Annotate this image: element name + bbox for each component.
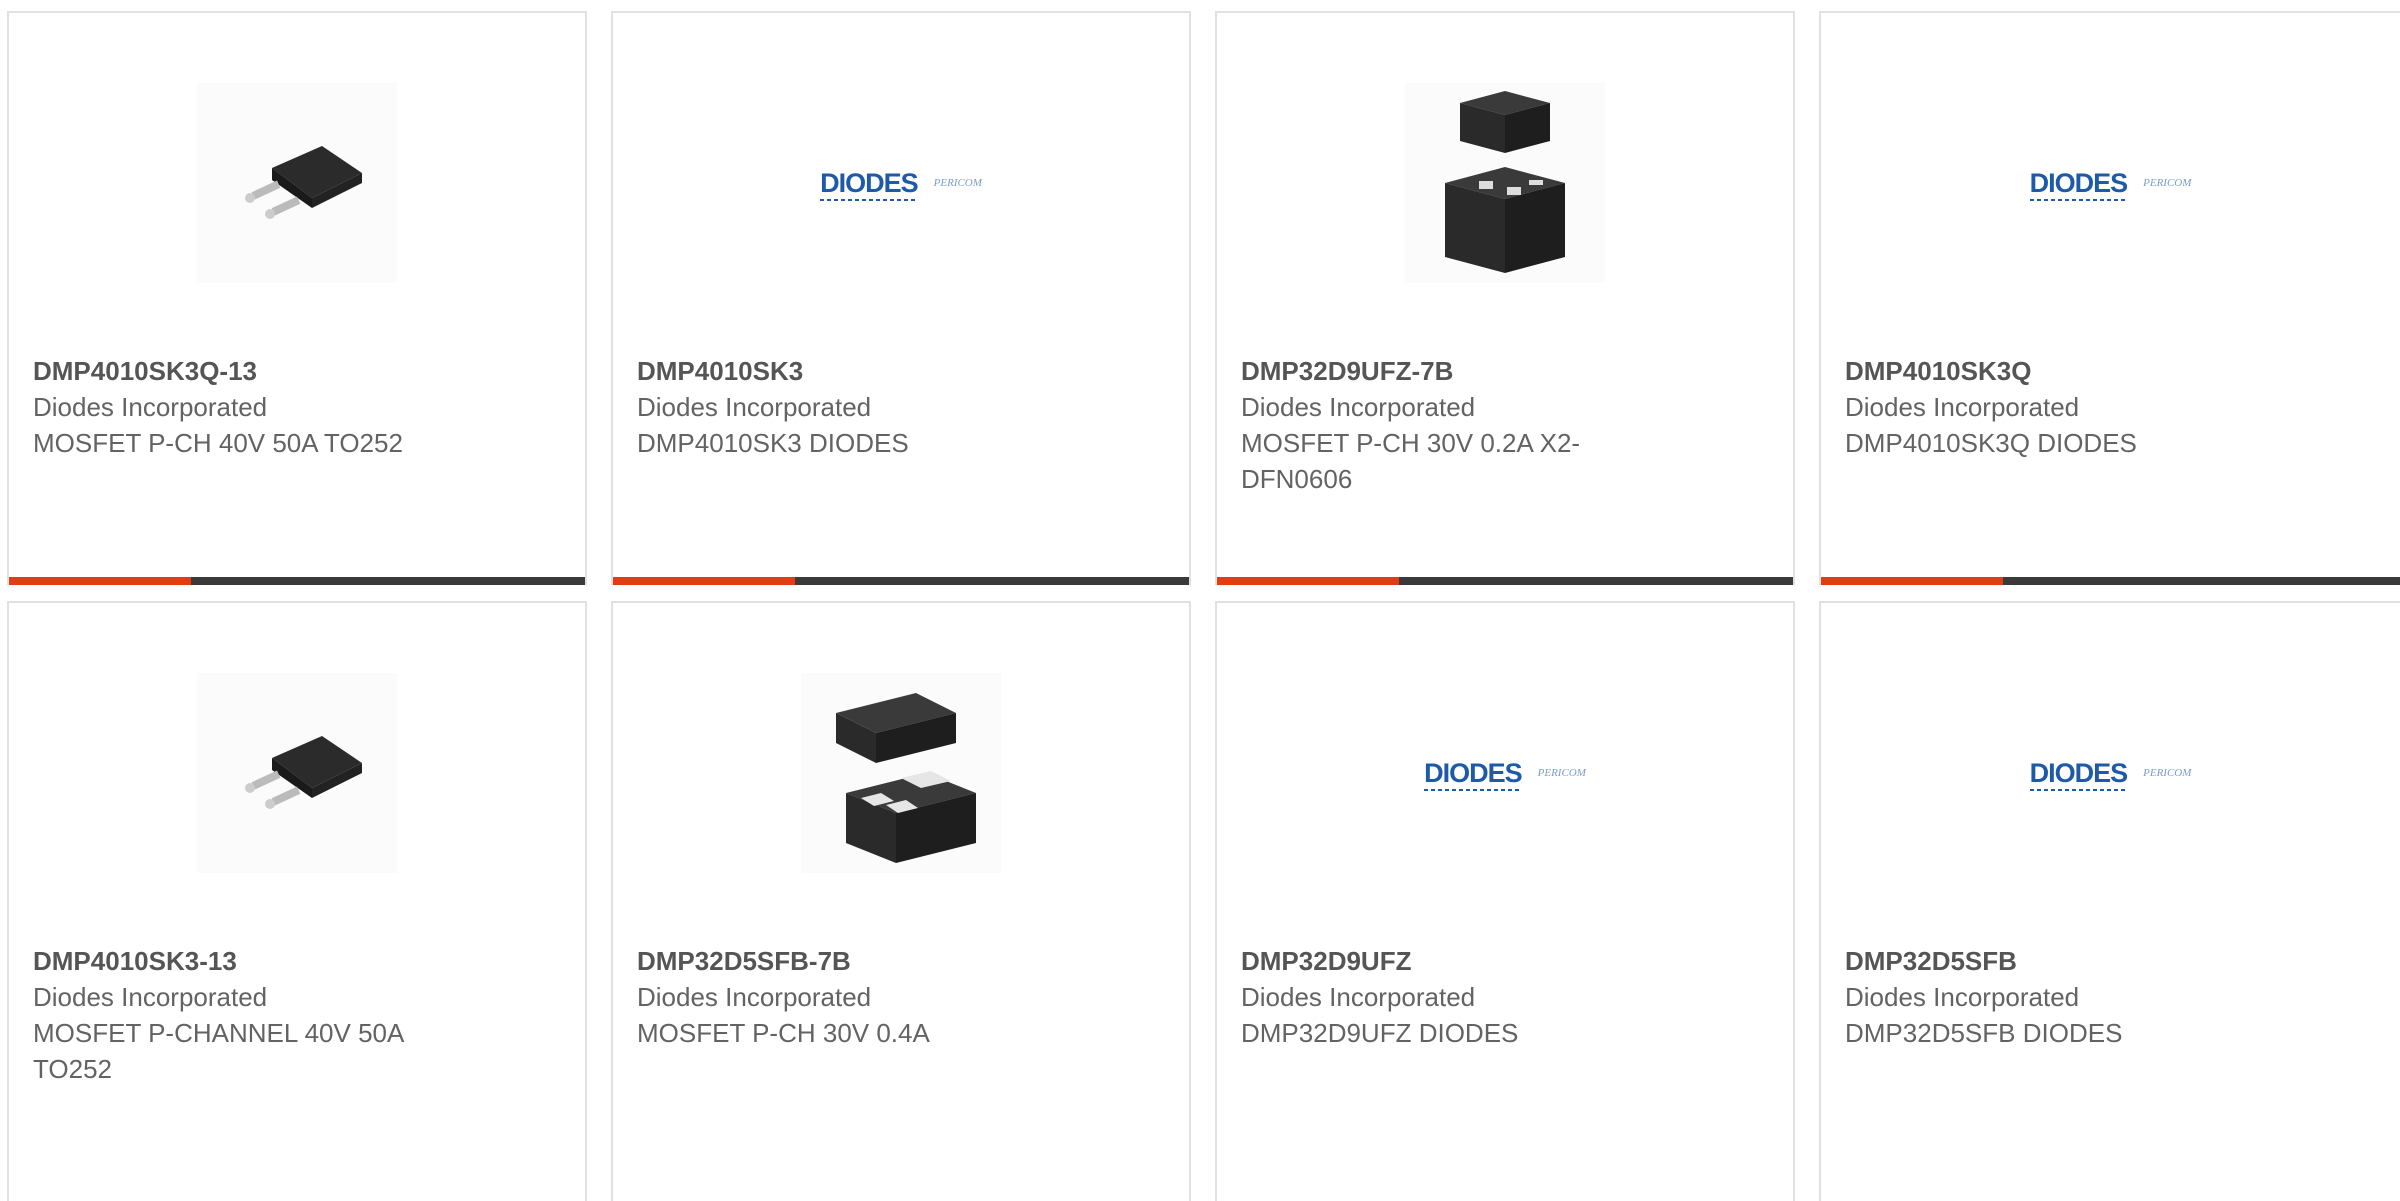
manufacturer: Diodes Incorporated bbox=[1241, 982, 1476, 1012]
product-image: DIODES PERICOM bbox=[1217, 603, 1793, 943]
card-bar-accent bbox=[9, 577, 191, 585]
product-card[interactable]: DIODES PERICOM DMP4010SK3 Diodes Incorpo… bbox=[611, 11, 1191, 585]
part-number[interactable]: DMP4010SK3Q bbox=[1845, 353, 2250, 389]
manufacturer: Diodes Incorporated bbox=[637, 982, 872, 1012]
to252-package-icon bbox=[197, 83, 397, 283]
card-bar bbox=[1821, 577, 2400, 585]
logo-brand: DIODES bbox=[820, 168, 919, 201]
part-number[interactable]: DMP32D9UFZ bbox=[1241, 943, 1643, 979]
diodes-pericom-logo: DIODES PERICOM bbox=[820, 168, 982, 201]
product-card[interactable]: DMP4010SK3Q-13 Diodes Incorporated MOSFE… bbox=[7, 11, 587, 585]
logo-sub: PERICOM bbox=[933, 177, 982, 189]
description: MOSFET P-CH 40V 50A TO252 bbox=[33, 428, 403, 458]
product-card[interactable]: DMP32D5SFB-7B Diodes Incorporated MOSFET… bbox=[611, 601, 1191, 1201]
product-image: DIODES PERICOM bbox=[1821, 603, 2400, 943]
product-image bbox=[613, 603, 1189, 943]
product-card[interactable]: DMP32D9UFZ-7B Diodes Incorporated MOSFET… bbox=[1215, 11, 1795, 585]
card-bar bbox=[1217, 577, 1793, 585]
manufacturer: Diodes Incorporated bbox=[637, 392, 872, 422]
logo-sub: PERICOM bbox=[2143, 177, 2192, 189]
product-image: DIODES PERICOM bbox=[1821, 13, 2400, 353]
part-number[interactable]: DMP4010SK3 bbox=[637, 353, 1039, 389]
description: DMP4010SK3Q DIODES bbox=[1845, 428, 2137, 458]
diodes-pericom-logo: DIODES PERICOM bbox=[2029, 168, 2192, 201]
logo-brand: DIODES bbox=[2029, 168, 2128, 201]
manufacturer: Diodes Incorporated bbox=[33, 392, 268, 422]
card-bar bbox=[613, 577, 1189, 585]
description: DMP32D9UFZ DIODES bbox=[1241, 1018, 1519, 1048]
card-bar-accent bbox=[1217, 577, 1399, 585]
description: MOSFET P-CH 30V 0.2A X2-DFN0606 bbox=[1241, 428, 1581, 494]
part-number[interactable]: DMP32D5SFB bbox=[1845, 943, 2250, 979]
product-image bbox=[1217, 13, 1793, 353]
product-info: DMP32D9UFZ-7B Diodes Incorporated MOSFET… bbox=[1241, 353, 1643, 497]
dfn-package-icon bbox=[801, 673, 1001, 873]
diodes-pericom-logo: DIODES PERICOM bbox=[2029, 758, 2192, 791]
card-bar-accent bbox=[1821, 577, 2003, 585]
part-number[interactable]: DMP4010SK3Q-13 bbox=[33, 353, 435, 389]
product-card[interactable]: DIODES PERICOM DMP32D9UFZ Diodes Incorpo… bbox=[1215, 601, 1795, 1201]
description: DMP4010SK3 DIODES bbox=[637, 428, 909, 458]
logo-sub: PERICOM bbox=[1537, 767, 1586, 779]
part-number[interactable]: DMP32D5SFB-7B bbox=[637, 943, 1039, 979]
product-image bbox=[9, 603, 585, 943]
x2-dfn0606-package-icon bbox=[1405, 83, 1605, 283]
product-info: DMP4010SK3Q-13 Diodes Incorporated MOSFE… bbox=[33, 353, 435, 461]
logo-sub: PERICOM bbox=[2143, 767, 2192, 779]
logo-brand: DIODES bbox=[1424, 758, 1523, 791]
card-bar bbox=[9, 577, 585, 585]
product-info: DMP4010SK3-13 Diodes Incorporated MOSFET… bbox=[33, 943, 435, 1087]
product-info: DMP32D5SFB Diodes Incorporated DMP32D5SF… bbox=[1845, 943, 2250, 1051]
product-card[interactable]: DMP4010SK3-13 Diodes Incorporated MOSFET… bbox=[7, 601, 587, 1201]
product-image: DIODES PERICOM bbox=[613, 13, 1189, 353]
part-number[interactable]: DMP32D9UFZ-7B bbox=[1241, 353, 1643, 389]
product-grid: DMP4010SK3Q-13 Diodes Incorporated MOSFE… bbox=[0, 0, 2400, 1201]
logo-brand: DIODES bbox=[2029, 758, 2128, 791]
product-info: DMP4010SK3 Diodes Incorporated DMP4010SK… bbox=[637, 353, 1039, 461]
part-number[interactable]: DMP4010SK3-13 bbox=[33, 943, 435, 979]
manufacturer: Diodes Incorporated bbox=[33, 982, 268, 1012]
manufacturer: Diodes Incorporated bbox=[1845, 392, 2080, 422]
manufacturer: Diodes Incorporated bbox=[1241, 392, 1476, 422]
card-bar-accent bbox=[613, 577, 795, 585]
product-info: DMP32D9UFZ Diodes Incorporated DMP32D9UF… bbox=[1241, 943, 1643, 1051]
diodes-pericom-logo: DIODES PERICOM bbox=[1424, 758, 1586, 791]
description: MOSFET P-CHANNEL 40V 50A TO252 bbox=[33, 1018, 403, 1084]
product-image bbox=[9, 13, 585, 353]
description: DMP32D5SFB DIODES bbox=[1845, 1018, 2123, 1048]
to252-package-icon bbox=[197, 673, 397, 873]
manufacturer: Diodes Incorporated bbox=[1845, 982, 2080, 1012]
product-card[interactable]: DIODES PERICOM DMP32D5SFB Diodes Incorpo… bbox=[1819, 601, 2400, 1201]
product-info: DMP4010SK3Q Diodes Incorporated DMP4010S… bbox=[1845, 353, 2250, 461]
product-info: DMP32D5SFB-7B Diodes Incorporated MOSFET… bbox=[637, 943, 1039, 1051]
description: MOSFET P-CH 30V 0.4A bbox=[637, 1018, 930, 1048]
product-card[interactable]: DIODES PERICOM DMP4010SK3Q Diodes Incorp… bbox=[1819, 11, 2400, 585]
